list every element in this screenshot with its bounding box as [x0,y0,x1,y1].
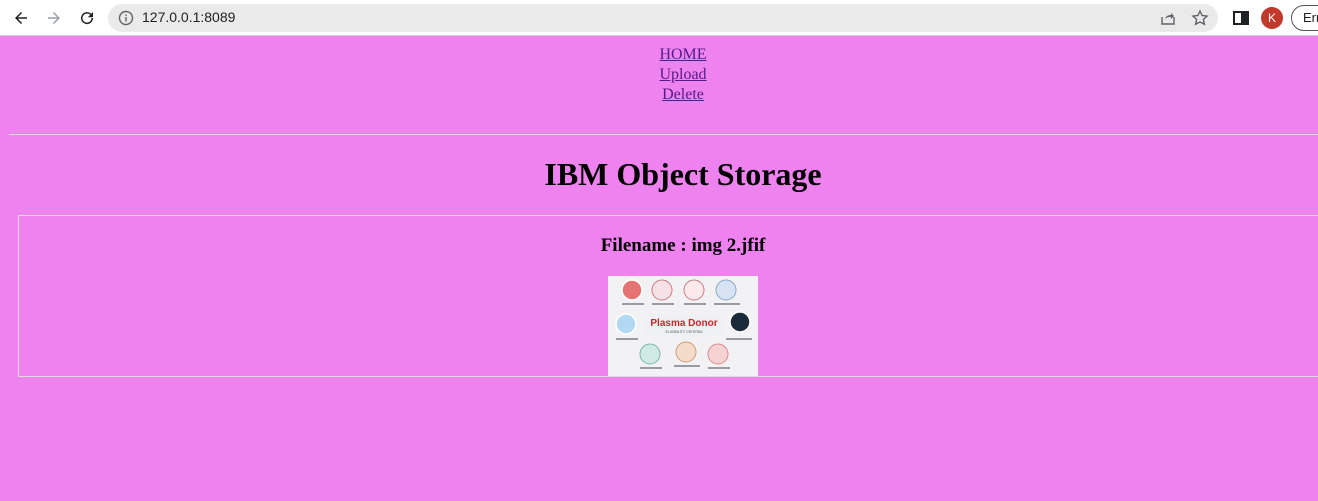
address-bar[interactable]: 127.0.0.1:8089 [108,4,1218,32]
reload-icon[interactable] [76,7,98,29]
delete-link[interactable]: Delete [662,85,704,105]
thumbnail-banner-text: Plasma Donor [650,318,717,329]
browser-toolbar: 127.0.0.1:8089 K Err [0,0,1318,36]
side-panel-icon[interactable] [1231,8,1251,28]
thumbnail-subtext: ELIGIBILITY CRITERIA [666,330,704,334]
share-icon[interactable] [1159,9,1177,27]
forward-arrow-icon[interactable] [43,7,65,29]
page-title: IBM Object Storage [544,156,822,192]
star-icon[interactable] [1191,9,1209,27]
home-link[interactable]: HOME [659,45,706,65]
file-thumbnail-image: Plasma Donor ELIGIBILITY CRITERIA [608,276,758,376]
file-name: Filename : img 2.jfif [600,235,766,256]
url-text[interactable]: 127.0.0.1:8089 [142,9,235,25]
info-icon[interactable] [118,10,134,26]
divider [9,133,1318,135]
avatar[interactable]: K [1261,7,1283,29]
page-nav: HOME Upload Delete [0,45,1318,105]
error-pill[interactable]: Err [1291,5,1318,31]
upload-link[interactable]: Upload [659,65,706,85]
back-arrow-icon[interactable] [10,7,32,29]
